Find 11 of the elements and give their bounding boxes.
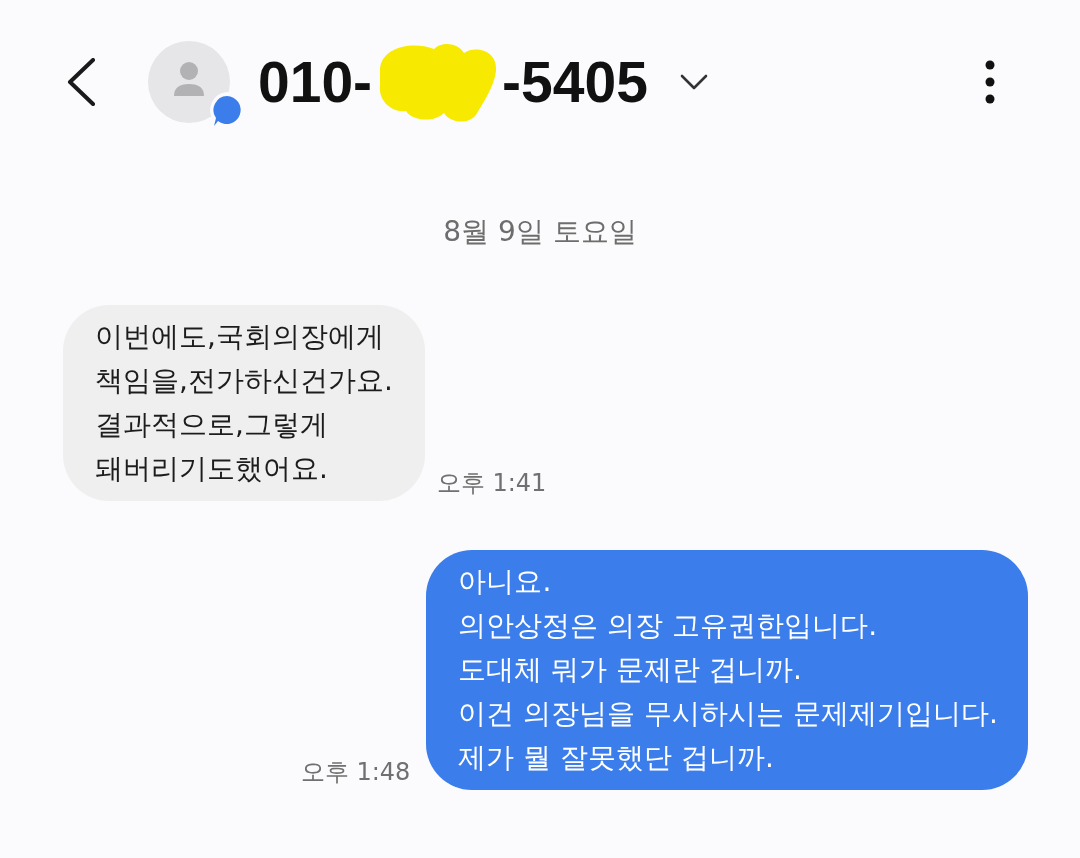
message-time: 오후 1:41	[436, 468, 547, 499]
avatar-icon[interactable]	[148, 41, 230, 123]
date-divider: 8월 9일 토요일	[443, 214, 637, 250]
message-bubble: 이번에도,국회의장에게 책임을,전가하신건가요. 결과적으로,그렇게 돼버리기도했어요.	[63, 305, 425, 501]
back-icon[interactable]	[66, 58, 96, 106]
phone-number: -5405	[502, 53, 648, 111]
message-time: 오후 1:48	[300, 757, 411, 788]
caret-down-icon[interactable]	[679, 74, 708, 90]
message-bubble: 아니요. 의안상정은 의장 고유권한입니다. 도대체 뭐가 문제란 겁니까. 이건 의장님을 무시하시는 문제제기입니다. 제가 뭘 잘못했단 겁니까.	[426, 550, 1028, 790]
phone-number: 010-	[258, 53, 373, 111]
more-options-icon[interactable]	[985, 60, 995, 104]
